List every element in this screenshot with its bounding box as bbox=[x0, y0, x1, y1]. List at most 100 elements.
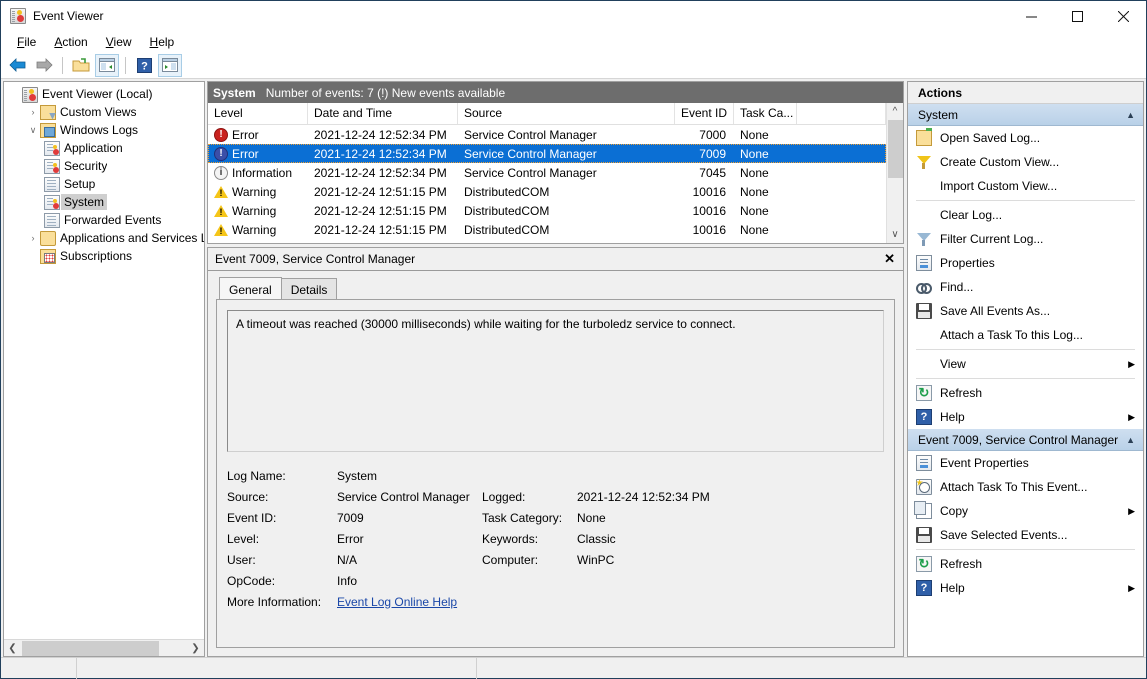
action-copy[interactable]: Copy ▶ bbox=[908, 499, 1143, 523]
detail-content: A timeout was reached (30000 millisecond… bbox=[216, 299, 895, 648]
menu-view[interactable]: View bbox=[98, 33, 140, 51]
create-custom-view-icon bbox=[916, 154, 932, 170]
action-label: Refresh bbox=[940, 557, 983, 571]
actions-separator bbox=[916, 378, 1135, 379]
action-help-event[interactable]: Help ▶ bbox=[908, 576, 1143, 600]
menu-action[interactable]: Action bbox=[46, 33, 95, 51]
cell-level: Warning bbox=[232, 184, 277, 199]
action-event-properties[interactable]: Event Properties bbox=[908, 451, 1143, 475]
action-help[interactable]: Help ▶ bbox=[908, 405, 1143, 429]
column-header-task-category[interactable]: Task Ca... bbox=[734, 103, 797, 124]
table-row[interactable]: Information 2021-12-24 12:52:34 PM Servi… bbox=[208, 163, 886, 182]
sidebar-item-setup[interactable]: Setup bbox=[4, 175, 204, 193]
sidebar-item-application[interactable]: Application bbox=[4, 139, 204, 157]
chevron-up-icon[interactable]: ▲ bbox=[1126, 435, 1135, 445]
scroll-right-icon[interactable]: ❯ bbox=[187, 640, 204, 657]
action-refresh[interactable]: Refresh bbox=[908, 381, 1143, 405]
action-label: Refresh bbox=[940, 386, 983, 400]
tree-root-event-viewer-local[interactable]: Event Viewer (Local) bbox=[4, 85, 204, 103]
action-create-custom-view[interactable]: Create Custom View... bbox=[908, 150, 1143, 174]
menu-view-rest: iew bbox=[113, 34, 132, 49]
tree-horizontal-scrollbar[interactable]: ❮ ❯ bbox=[4, 639, 204, 656]
chevron-right-icon[interactable]: › bbox=[26, 233, 40, 243]
actions-separator bbox=[916, 549, 1135, 550]
sidebar-item-windows-logs[interactable]: ∨ Windows Logs bbox=[4, 121, 204, 139]
action-save-selected-events[interactable]: Save Selected Events... bbox=[908, 523, 1143, 547]
cell-date-time: 2021-12-24 12:51:15 PM bbox=[314, 203, 447, 218]
event-list-vertical-scrollbar[interactable]: ^ ∨ bbox=[886, 103, 903, 243]
table-row[interactable]: Warning 2021-12-24 12:51:15 PM Distribut… bbox=[208, 201, 886, 220]
event-log-icon bbox=[44, 194, 60, 210]
action-label: Find... bbox=[940, 280, 974, 294]
column-header-event-id[interactable]: Event ID bbox=[675, 103, 734, 124]
close-icon[interactable] bbox=[1100, 1, 1146, 31]
level-label: Level: bbox=[227, 531, 260, 546]
maximize-icon[interactable] bbox=[1054, 1, 1100, 31]
cell-event-id: 7000 bbox=[699, 127, 726, 142]
actions-section-title: Event 7009, Service Control Manager bbox=[918, 432, 1119, 447]
sidebar-item-applications-and-services-logs[interactable]: › Applications and Services Lo bbox=[4, 229, 204, 247]
scroll-left-icon[interactable]: ❮ bbox=[4, 640, 21, 657]
back-button[interactable] bbox=[6, 54, 30, 77]
chevron-down-icon[interactable]: ∨ bbox=[26, 125, 40, 136]
column-header-source[interactable]: Source bbox=[458, 103, 675, 124]
event-viewer-icon bbox=[10, 8, 26, 24]
scroll-up-icon[interactable]: ^ bbox=[887, 103, 904, 120]
table-row[interactable]: Warning 2021-12-24 12:51:15 PM Distribut… bbox=[208, 220, 886, 239]
action-import-custom-view[interactable]: Import Custom View... bbox=[908, 174, 1143, 198]
show-hide-action-pane-button[interactable] bbox=[158, 53, 182, 77]
scroll-down-icon[interactable]: ∨ bbox=[887, 226, 904, 243]
event-viewer-window: Event Viewer File Action View Help ? Eve… bbox=[0, 0, 1147, 679]
tab-general[interactable]: General bbox=[219, 277, 282, 299]
column-header-level[interactable]: Level bbox=[208, 103, 308, 124]
help-button[interactable]: ? bbox=[132, 54, 156, 77]
action-refresh-event[interactable]: Refresh bbox=[908, 552, 1143, 576]
event-log-online-help-link[interactable]: Event Log Online Help bbox=[337, 595, 457, 609]
action-label: Save Selected Events... bbox=[940, 528, 1068, 542]
table-row[interactable]: Error 2021-12-24 12:52:34 PM Service Con… bbox=[208, 125, 886, 144]
action-filter-current-log[interactable]: Filter Current Log... bbox=[908, 227, 1143, 251]
title-bar: Event Viewer bbox=[1, 1, 1146, 31]
menu-file[interactable]: File bbox=[9, 33, 44, 51]
sidebar-item-security[interactable]: Security bbox=[4, 157, 204, 175]
scrollbar-thumb[interactable] bbox=[887, 120, 903, 178]
sidebar-item-subscriptions[interactable]: Subscriptions bbox=[4, 247, 204, 265]
chevron-right-icon[interactable]: › bbox=[26, 107, 40, 117]
log-name-value: System bbox=[337, 468, 378, 483]
forward-button[interactable] bbox=[32, 54, 56, 77]
actions-section-header-event[interactable]: Event 7009, Service Control Manager ▲ bbox=[908, 429, 1143, 451]
sidebar-item-forwarded-events[interactable]: Forwarded Events bbox=[4, 211, 204, 229]
event-list-header-bar: System Number of events: 7 (!) New event… bbox=[208, 82, 903, 103]
action-save-all-events-as[interactable]: Save All Events As... bbox=[908, 299, 1143, 323]
action-properties[interactable]: Properties bbox=[908, 251, 1143, 275]
sidebar-item-custom-views[interactable]: › Custom Views bbox=[4, 103, 204, 121]
action-label: View bbox=[940, 357, 966, 371]
cell-date-time: 2021-12-24 12:52:34 PM bbox=[314, 165, 447, 180]
action-view[interactable]: View ▶ bbox=[908, 352, 1143, 376]
column-header-date-time[interactable]: Date and Time bbox=[308, 103, 458, 124]
open-folder-button[interactable] bbox=[69, 54, 93, 77]
menu-help[interactable]: Help bbox=[142, 33, 183, 51]
action-open-saved-log[interactable]: Open Saved Log... bbox=[908, 126, 1143, 150]
cell-event-id: 10016 bbox=[692, 222, 726, 237]
tab-details[interactable]: Details bbox=[280, 278, 338, 299]
save-icon bbox=[916, 527, 932, 543]
show-hide-tree-button[interactable] bbox=[95, 53, 119, 77]
event-fields: Log Name: System Source: Service Control… bbox=[227, 465, 884, 612]
refresh-icon bbox=[916, 385, 932, 401]
cell-event-id: 7045 bbox=[699, 165, 726, 180]
action-find[interactable]: Find... bbox=[908, 275, 1143, 299]
table-row-selected[interactable]: Error 2021-12-24 12:52:34 PM Service Con… bbox=[208, 144, 886, 163]
action-clear-log[interactable]: Clear Log... bbox=[908, 203, 1143, 227]
minimize-icon[interactable] bbox=[1008, 1, 1054, 31]
close-icon[interactable]: ✕ bbox=[884, 251, 895, 267]
tree-label: Application bbox=[64, 141, 123, 155]
chevron-up-icon[interactable]: ▲ bbox=[1126, 110, 1135, 120]
action-attach-task-to-this-event[interactable]: Attach Task To This Event... bbox=[908, 475, 1143, 499]
actions-section-header-system[interactable]: System ▲ bbox=[908, 104, 1143, 126]
action-attach-a-task-to-this-log[interactable]: Attach a Task To this Log... bbox=[908, 323, 1143, 347]
sidebar-item-system[interactable]: System bbox=[4, 193, 204, 211]
action-label: Attach Task To This Event... bbox=[940, 480, 1088, 494]
scrollbar-thumb[interactable] bbox=[22, 640, 159, 656]
table-row[interactable]: Warning 2021-12-24 12:51:15 PM Distribut… bbox=[208, 182, 886, 201]
